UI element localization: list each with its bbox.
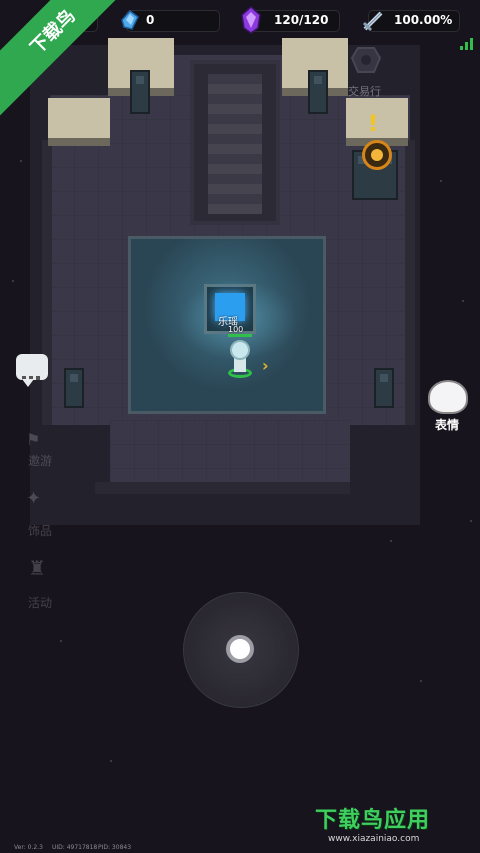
joystick-knob[interactable] — [226, 635, 254, 663]
watermark-brand: 下载鸟应用 — [315, 808, 431, 833]
player-character — [226, 340, 254, 380]
sword-icon — [362, 11, 383, 32]
emote-face-icon[interactable] — [428, 380, 468, 414]
trade-house-icon[interactable] — [350, 44, 382, 76]
stone-carpet — [190, 60, 280, 225]
watermark-url: www.xiazainiao.com — [328, 834, 420, 844]
character-hp-bar — [228, 334, 252, 337]
roam-label[interactable]: 邀游 — [28, 452, 52, 469]
accessory-label[interactable]: 饰品 — [28, 522, 52, 539]
south-wall — [95, 482, 350, 494]
east-wall — [405, 140, 415, 425]
energy-value: 120/120 — [274, 13, 329, 27]
exclamation-icon: ! — [368, 112, 379, 137]
trade-house-label: 交易行 — [348, 85, 381, 98]
event-label[interactable]: 活动 — [28, 594, 52, 611]
uid-text: UID: 49717818 — [52, 844, 98, 851]
gem-count: 0 — [146, 13, 155, 27]
attack-rate-value: 100.00% — [394, 13, 453, 27]
pid-text: PID: 30843 — [98, 844, 132, 851]
direction-arrow-icon: › — [262, 356, 269, 375]
chat-button[interactable] — [16, 354, 48, 387]
event-icon[interactable]: ♜ — [28, 556, 46, 580]
accessory-icon[interactable]: ✦ — [26, 488, 41, 509]
pillar-statue — [130, 70, 150, 114]
pillar-statue — [374, 368, 394, 408]
stone-wall-block — [48, 98, 110, 146]
roam-icon[interactable]: ⚑ — [26, 430, 40, 449]
pillar-statue — [308, 70, 328, 114]
lantern-npc[interactable] — [362, 140, 392, 170]
south-floor — [110, 420, 350, 485]
signal-strength-icon — [460, 38, 474, 50]
energy-crystal-icon — [241, 6, 261, 34]
gem-icon — [121, 9, 139, 30]
pillar-statue — [64, 368, 84, 408]
character-hp: 100 — [228, 325, 244, 334]
emote-button-label[interactable]: 表情 — [435, 416, 459, 433]
chat-bubble-icon — [22, 365, 43, 384]
version-text: Ver: 0.2.3 — [14, 844, 43, 851]
west-wall — [42, 140, 52, 425]
